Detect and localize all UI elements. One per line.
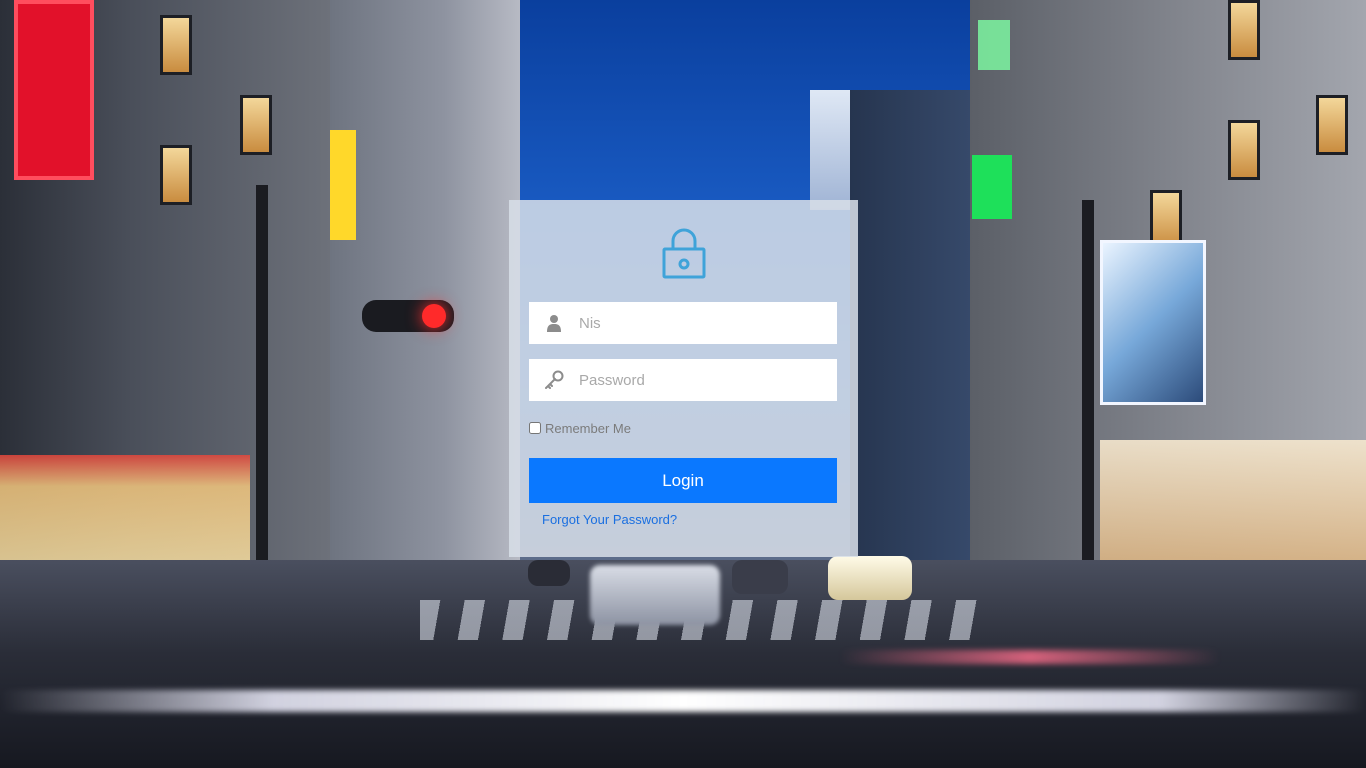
- lock-icon: [662, 228, 706, 279]
- password-field[interactable]: [529, 359, 837, 401]
- building-window: [240, 95, 272, 155]
- neon-sign-red: [14, 0, 94, 180]
- car: [732, 560, 788, 594]
- username-field[interactable]: [529, 302, 837, 344]
- key-icon: [529, 359, 579, 401]
- neon-sign-green: [972, 155, 1012, 219]
- light-trail: [0, 690, 1366, 712]
- street-pole: [1082, 200, 1094, 620]
- traffic-light: [362, 300, 454, 332]
- username-input[interactable]: [579, 303, 829, 343]
- building-window: [1228, 0, 1260, 60]
- building-right-glass: [850, 90, 970, 610]
- red-light: [422, 304, 446, 328]
- billboard: [1100, 240, 1206, 405]
- forgot-password-link[interactable]: Forgot Your Password?: [542, 512, 677, 527]
- car: [528, 560, 570, 586]
- building-window: [160, 15, 192, 75]
- building-window: [1228, 120, 1260, 180]
- taxi: [828, 556, 912, 600]
- building-window: [1316, 95, 1348, 155]
- password-input[interactable]: [579, 360, 829, 400]
- neon-sign-green-top: [978, 20, 1010, 70]
- login-button[interactable]: Login: [529, 458, 837, 503]
- building-window: [160, 145, 192, 205]
- car: [590, 565, 720, 625]
- user-icon: [529, 302, 579, 344]
- login-card: Remember Me Login Forgot Your Password?: [509, 200, 858, 557]
- remember-me[interactable]: Remember Me: [529, 420, 631, 436]
- light-trail-red: [840, 650, 1220, 664]
- remember-me-label: Remember Me: [545, 420, 631, 436]
- remember-me-checkbox[interactable]: [529, 422, 541, 434]
- neon-sign-yellow: [330, 130, 356, 240]
